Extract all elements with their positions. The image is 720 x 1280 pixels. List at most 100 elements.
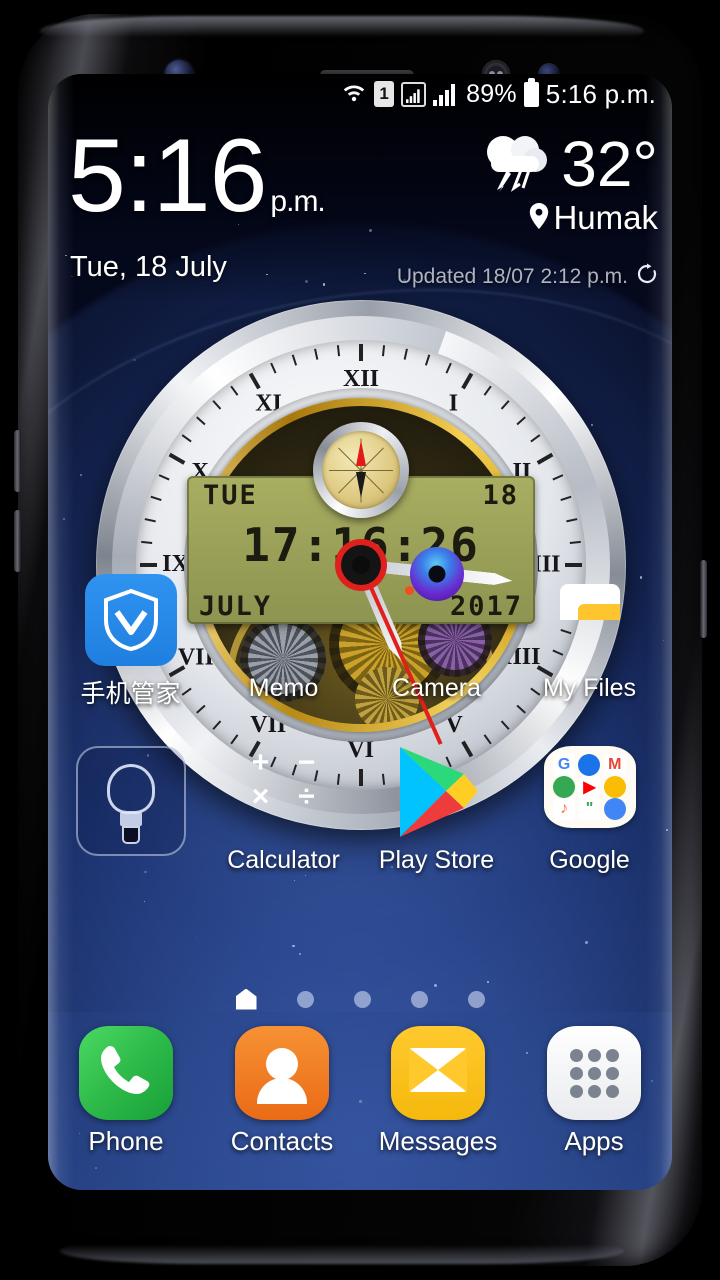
battery-icon — [523, 77, 539, 107]
clock-minute-tick — [461, 372, 474, 390]
volume-up-button[interactable] — [14, 430, 21, 492]
app-grid: 手机管家 Memo Camera My Files + − × ÷ Calcul… — [48, 547, 672, 911]
calc-minus-symbol: − — [297, 746, 316, 779]
app-memo[interactable]: Memo — [214, 574, 354, 710]
dock-app-apps[interactable]: Apps — [524, 1026, 664, 1157]
frame-bottom-highlight — [60, 1238, 624, 1264]
clock-minute-tick — [516, 416, 526, 426]
youtube-icon[interactable]: ▶ — [578, 776, 601, 798]
app-row-1: 手机管家 Memo Camera My Files — [48, 547, 672, 710]
page-dot[interactable] — [353, 990, 371, 1008]
calculator-icon[interactable]: + − × ÷ — [238, 746, 330, 838]
wifi-icon — [341, 80, 367, 109]
widget-flashlight[interactable] — [61, 746, 201, 875]
page-dot[interactable] — [410, 990, 428, 1008]
chrome-icon[interactable] — [578, 754, 601, 776]
app-label: 手机管家 — [80, 680, 181, 708]
clock-date-text: Tue, 18 July — [70, 251, 227, 283]
app-drawer-icon[interactable] — [547, 1026, 641, 1120]
power-button[interactable] — [700, 560, 707, 638]
photos-icon[interactable] — [603, 798, 626, 820]
folder-tab — [577, 604, 620, 620]
phone-device-frame: 1 89% 5:16 p.m. 5:16 p.m. Tue, 18 July 3… — [0, 0, 720, 1280]
sim-1-icon: 1 — [374, 81, 395, 107]
hangouts-icon[interactable]: " — [578, 798, 601, 820]
gmail-icon[interactable]: M — [603, 754, 626, 776]
app-my-files[interactable]: My Files — [520, 574, 660, 710]
battery-percent-label: 89% — [466, 79, 517, 108]
weather-widget[interactable]: 32° Humak — [477, 130, 658, 237]
app-row-2: + − × ÷ Calculator Play Store G M ▶ ♪ " … — [48, 746, 672, 875]
location-pin-icon — [529, 199, 549, 237]
folder-google[interactable]: G M ▶ ♪ " Google — [520, 746, 660, 875]
bulb-glass — [106, 764, 155, 814]
clock-minute-tick — [291, 354, 298, 366]
refresh-icon[interactable] — [636, 263, 658, 291]
shield-icon[interactable] — [84, 574, 177, 666]
clock-minute-tick — [566, 518, 578, 523]
play-music-icon[interactable]: ♪ — [553, 798, 576, 820]
lockscreen-clock[interactable]: 5:16 p.m. — [68, 124, 326, 228]
drive-icon[interactable] — [603, 776, 626, 798]
clock-minute-tick — [144, 518, 156, 523]
clock-minute-tick — [552, 474, 564, 481]
calc-times-symbol: × — [251, 780, 270, 813]
lightbulb-icon[interactable] — [75, 746, 186, 856]
app-calculator[interactable]: + − × ÷ Calculator — [214, 746, 354, 875]
dock-label: Phone — [88, 1126, 164, 1156]
person-body — [257, 1078, 307, 1104]
maps-icon[interactable] — [553, 776, 576, 798]
status-bar[interactable]: 1 89% 5:16 p.m. — [48, 74, 672, 114]
google-search-icon[interactable]: G — [553, 754, 576, 776]
bulb-base — [119, 812, 142, 826]
dock-label: Apps — [564, 1126, 624, 1156]
clock-minute-tick — [359, 344, 363, 361]
phone-screen: 1 89% 5:16 p.m. 5:16 p.m. Tue, 18 July 3… — [48, 74, 672, 1190]
clock-minute-tick — [140, 563, 157, 567]
weather-location-text: Humak — [553, 199, 658, 236]
dock-app-contacts[interactable]: Contacts — [212, 1026, 352, 1157]
app-camera[interactable]: Camera — [367, 547, 507, 710]
dock-app-messages[interactable]: Messages — [368, 1026, 508, 1157]
phone-handset-icon[interactable] — [79, 1026, 173, 1120]
clock-ampm-text: p.m. — [270, 185, 325, 218]
weather-updated-text: Updated 18/07 2:12 p.m. — [396, 265, 628, 288]
lcd-date: 18 — [482, 480, 519, 511]
clock-minute-tick — [483, 385, 492, 396]
compass-needle-south — [356, 471, 366, 498]
notepad-icon[interactable] — [238, 574, 330, 666]
weather-updated-row: Updated 18/07 2:12 p.m. — [397, 263, 658, 291]
clock-weather-widget[interactable]: 5:16 p.m. Tue, 18 July 32° Humak Updated… — [48, 124, 672, 306]
camera-icon[interactable] — [391, 547, 483, 666]
camera-pupil — [428, 565, 445, 583]
app-play-store[interactable]: Play Store — [367, 746, 507, 875]
volume-down-button[interactable] — [14, 510, 21, 572]
app-label: Memo — [248, 674, 319, 702]
home-page-icon[interactable] — [235, 988, 257, 1010]
clock-minute-tick — [569, 540, 581, 545]
clock-minute-tick — [565, 563, 582, 567]
app-security-manager[interactable]: 手机管家 — [61, 574, 201, 710]
camera-lens — [409, 547, 464, 601]
clock-minute-tick — [141, 540, 153, 545]
app-drawer-dots — [547, 1026, 641, 1120]
clock-minute-tick — [403, 348, 408, 360]
clock-minute-tick — [248, 372, 261, 390]
play-store-icon[interactable] — [391, 746, 483, 838]
envelope-icon[interactable] — [391, 1026, 485, 1120]
clock-minute-tick — [424, 354, 431, 366]
page-dot[interactable] — [296, 990, 314, 1008]
compass-subdial-icon — [313, 422, 409, 518]
google-folder-icon[interactable]: G M ▶ ♪ " — [543, 746, 636, 838]
app-label: Google — [549, 846, 630, 874]
signal-bars-icon — [433, 82, 459, 106]
bulb-screw — [121, 826, 140, 844]
clock-minute-tick — [336, 345, 341, 357]
person-icon[interactable] — [235, 1026, 329, 1120]
dock-app-phone[interactable]: Phone — [56, 1026, 196, 1157]
clock-minute-tick — [150, 495, 162, 502]
app-label: Play Store — [378, 846, 495, 874]
dock: Phone Contacts Messages Apps — [48, 1012, 672, 1190]
folder-icon[interactable] — [544, 574, 636, 666]
page-dot[interactable] — [467, 990, 485, 1008]
